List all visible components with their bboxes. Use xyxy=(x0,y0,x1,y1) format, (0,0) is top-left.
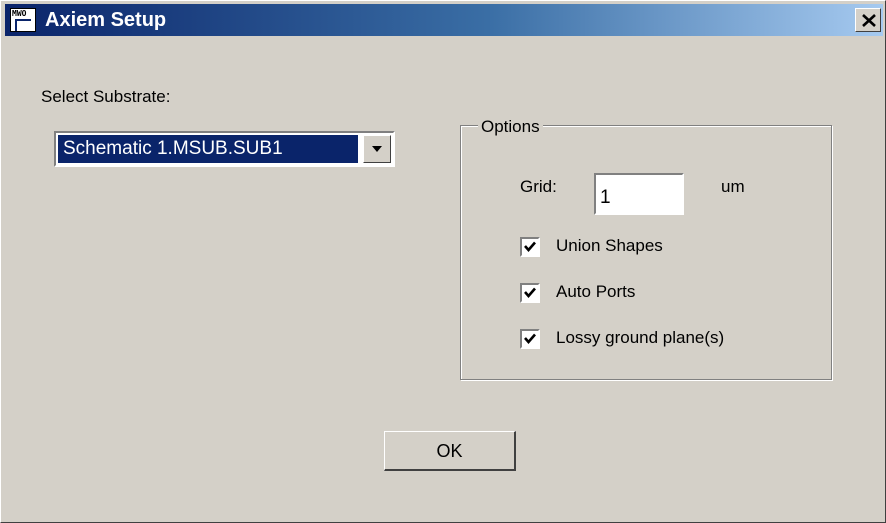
options-group-label: Options xyxy=(478,117,543,137)
lossy-ground-plane-checkbox[interactable] xyxy=(520,329,540,349)
grid-unit-label: um xyxy=(721,177,745,196)
close-button[interactable] xyxy=(855,8,881,32)
app-icon-glyph xyxy=(15,19,31,31)
grid-input[interactable] xyxy=(594,173,684,215)
substrate-select[interactable]: Schematic 1.MSUB.SUB1 xyxy=(54,131,395,167)
substrate-dropdown-button[interactable] xyxy=(363,135,391,163)
title-bar[interactable]: MWO Axiem Setup xyxy=(5,4,883,36)
window-title: Axiem Setup xyxy=(45,9,167,31)
select-substrate-label: Select Substrate: xyxy=(41,87,171,106)
union-shapes-label: Union Shapes xyxy=(556,236,663,255)
grid-label: Grid: xyxy=(520,177,557,196)
axiem-setup-dialog: MWO Axiem Setup Select Substrate: Schema… xyxy=(0,0,886,523)
chevron-down-icon xyxy=(372,146,382,152)
substrate-selected-value[interactable]: Schematic 1.MSUB.SUB1 xyxy=(58,135,358,163)
checkmark-icon xyxy=(524,333,536,344)
app-icon[interactable]: MWO xyxy=(10,8,36,32)
checkmark-icon xyxy=(524,287,536,298)
auto-ports-checkbox[interactable] xyxy=(520,283,540,303)
lossy-ground-plane-label: Lossy ground plane(s) xyxy=(556,328,725,347)
close-icon xyxy=(862,14,876,27)
app-icon-text: MWO xyxy=(12,9,27,18)
ok-button[interactable]: OK xyxy=(384,431,516,471)
auto-ports-label: Auto Ports xyxy=(556,282,636,301)
checkmark-icon xyxy=(524,241,536,252)
union-shapes-checkbox[interactable] xyxy=(520,237,540,257)
